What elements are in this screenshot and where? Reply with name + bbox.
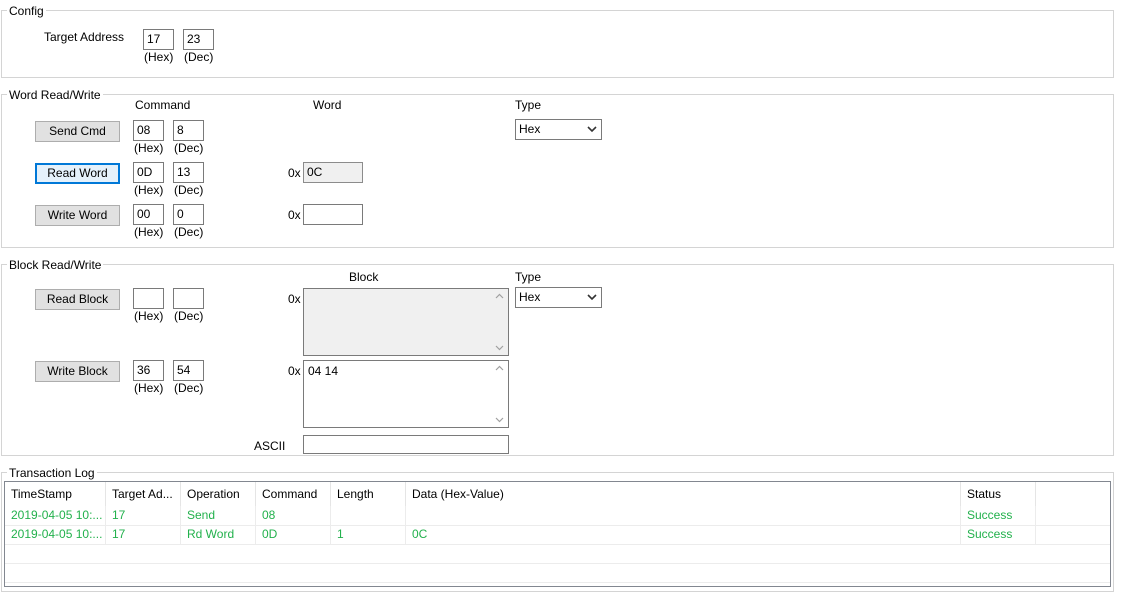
hex-prefix-label: 0x xyxy=(288,166,301,180)
cell-data xyxy=(406,506,961,525)
type-header: Type xyxy=(515,98,542,112)
block-header: Block xyxy=(349,270,379,284)
chevron-down-icon[interactable] xyxy=(495,417,504,423)
hex-label: (Hex) xyxy=(134,141,164,155)
cell-operation: Send xyxy=(181,506,256,525)
empty-row xyxy=(5,563,1110,582)
column-header-data[interactable]: Data (Hex-Value) xyxy=(406,482,961,506)
write-block-hex-input[interactable]: 36 xyxy=(133,360,164,381)
read-word-hex-input[interactable]: 0D xyxy=(133,162,164,183)
dec-label: (Dec) xyxy=(174,141,204,155)
row-divider xyxy=(5,582,1110,583)
hex-label: (Hex) xyxy=(134,309,164,323)
read-word-button[interactable]: Read Word xyxy=(35,163,120,184)
hex-label: (Hex) xyxy=(134,183,164,197)
empty-row xyxy=(5,544,1110,563)
column-header-command[interactable]: Command xyxy=(256,482,331,506)
ascii-input[interactable] xyxy=(303,435,509,454)
hex-prefix-label: 0x xyxy=(288,292,301,306)
column-header-target-address[interactable]: Target Ad... xyxy=(106,482,181,506)
type-header: Type xyxy=(515,270,542,284)
chevron-down-icon[interactable] xyxy=(495,345,504,351)
dec-label: (Dec) xyxy=(174,183,204,197)
config-legend: Config xyxy=(7,4,46,18)
block-type-select[interactable]: Hex xyxy=(515,287,602,308)
send-cmd-dec-input[interactable]: 8 xyxy=(173,120,204,141)
read-block-button[interactable]: Read Block xyxy=(35,289,120,310)
write-block-scrollbar[interactable] xyxy=(491,361,508,427)
cell-command: 08 xyxy=(256,506,331,525)
column-header-filler xyxy=(1036,482,1110,506)
cell-length: 1 xyxy=(331,525,406,544)
block-rw-legend: Block Read/Write xyxy=(7,258,104,272)
chevron-down-icon xyxy=(587,294,597,301)
target-address-hex-input[interactable]: 17 xyxy=(143,29,174,50)
hex-prefix-label: 0x xyxy=(288,208,301,222)
cell-status: Success xyxy=(961,525,1036,544)
hex-label: (Hex) xyxy=(134,381,164,395)
chevron-down-icon xyxy=(587,126,597,133)
send-cmd-button[interactable]: Send Cmd xyxy=(35,121,120,142)
cell-operation: Rd Word xyxy=(181,525,256,544)
cell-timestamp: 2019-04-05 10:... xyxy=(5,506,106,525)
write-block-button[interactable]: Write Block xyxy=(35,361,120,382)
read-word-value-field[interactable]: 0C xyxy=(303,162,363,183)
transaction-log-legend: Transaction Log xyxy=(7,466,97,480)
target-address-label: Target Address xyxy=(44,30,125,44)
write-word-value-input[interactable] xyxy=(303,204,363,225)
word-rw-group xyxy=(1,94,1114,248)
word-rw-legend: Word Read/Write xyxy=(7,88,103,102)
word-header: Word xyxy=(313,98,342,112)
write-block-value: 04 14 xyxy=(308,364,339,378)
dec-label: (Dec) xyxy=(174,309,204,323)
hex-label: (Hex) xyxy=(134,225,164,239)
target-address-dec-input[interactable]: 23 xyxy=(183,29,214,50)
read-block-scrollbar[interactable] xyxy=(491,289,508,355)
cell-data: 0C xyxy=(406,525,961,544)
send-cmd-hex-input[interactable]: 08 xyxy=(133,120,164,141)
write-word-hex-input[interactable]: 00 xyxy=(133,204,164,225)
hex-label: (Hex) xyxy=(144,50,174,64)
command-header: Command xyxy=(135,98,191,112)
write-block-textarea[interactable]: 04 14 xyxy=(303,360,509,428)
word-type-value: Hex xyxy=(519,122,541,136)
hex-prefix-label: 0x xyxy=(288,364,301,378)
column-header-timestamp[interactable]: TimeStamp xyxy=(5,482,106,506)
read-block-textarea[interactable] xyxy=(303,288,509,356)
transaction-log-table[interactable]: TimeStamp Target Ad... Operation Command… xyxy=(4,481,1111,587)
cell-target-address: 17 xyxy=(106,525,181,544)
read-block-hex-input[interactable] xyxy=(133,288,164,309)
write-word-dec-input[interactable]: 0 xyxy=(173,204,204,225)
block-type-value: Hex xyxy=(519,290,541,304)
write-block-dec-input[interactable]: 54 xyxy=(173,360,204,381)
cell-target-address: 17 xyxy=(106,506,181,525)
dec-label: (Dec) xyxy=(174,381,204,395)
column-header-operation[interactable]: Operation xyxy=(181,482,256,506)
write-word-button[interactable]: Write Word xyxy=(35,205,120,226)
cell-length xyxy=(331,506,406,525)
cell-command: 0D xyxy=(256,525,331,544)
read-block-dec-input[interactable] xyxy=(173,288,204,309)
dec-label: (Dec) xyxy=(174,225,204,239)
word-type-select[interactable]: Hex xyxy=(515,119,602,140)
cell-timestamp: 2019-04-05 10:... xyxy=(5,525,106,544)
dec-label: (Dec) xyxy=(184,50,214,64)
read-word-dec-input[interactable]: 13 xyxy=(173,162,204,183)
ascii-label: ASCII xyxy=(254,439,286,453)
chevron-up-icon[interactable] xyxy=(495,365,504,371)
column-header-status[interactable]: Status xyxy=(961,482,1036,506)
cell-status: Success xyxy=(961,506,1036,525)
column-header-length[interactable]: Length xyxy=(331,482,406,506)
chevron-up-icon[interactable] xyxy=(495,293,504,299)
